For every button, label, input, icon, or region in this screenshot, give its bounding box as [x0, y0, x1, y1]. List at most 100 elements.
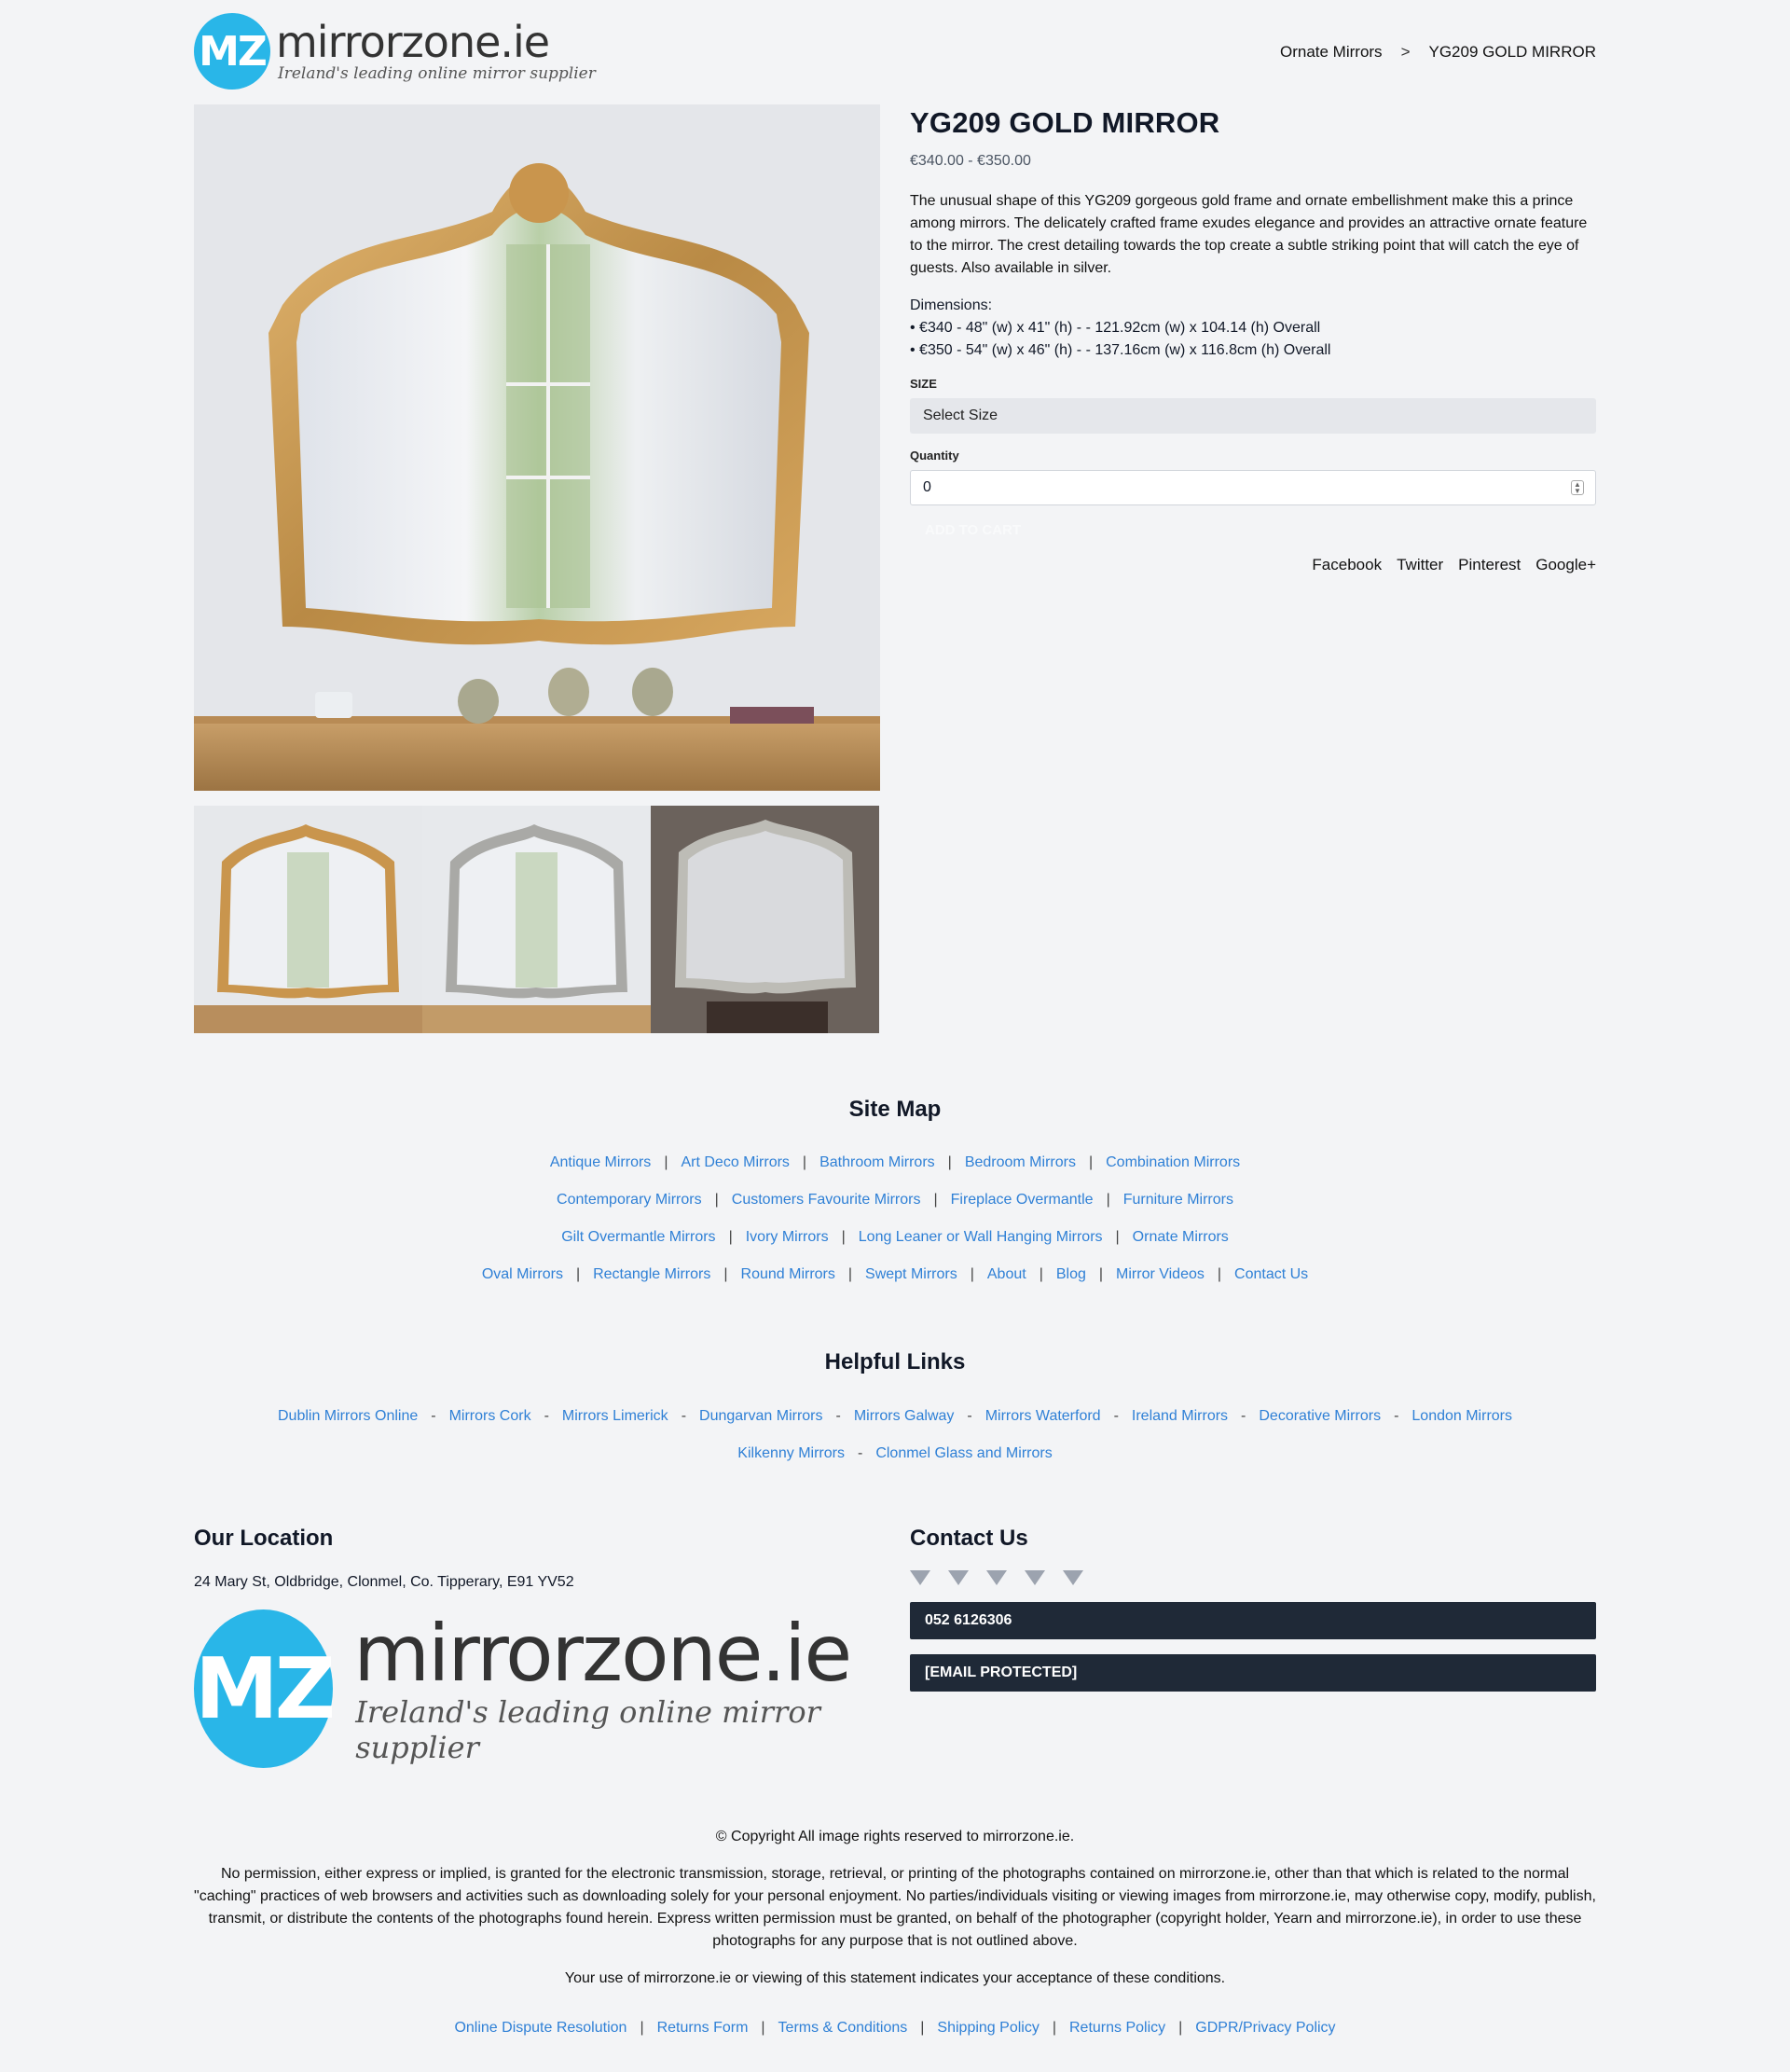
location-logo: MZ mirrorzone.ie Ireland's leading onlin… — [194, 1609, 880, 1768]
footer-link[interactable]: Online Dispute Resolution — [454, 2020, 626, 2036]
sitemap-row: Antique Mirrors | Art Deco Mirrors | Bathroo… — [0, 1154, 1790, 1171]
link-separator: | — [802, 1154, 807, 1170]
link-separator: | — [847, 1266, 853, 1282]
sitemap-link[interactable]: Antique Mirrors — [550, 1154, 651, 1170]
thumbnail-silver-room[interactable] — [651, 806, 879, 1033]
sitemap-link[interactable]: Round Mirrors — [741, 1266, 835, 1282]
sitemap-link[interactable]: About — [987, 1266, 1026, 1282]
footer-links: Online Dispute Resolution | Returns Form | T… — [0, 2020, 1790, 2037]
stepper-arrows-icon[interactable]: ▲ ▼ — [1571, 480, 1584, 495]
site-logo[interactable]: MZ mirrorzone.ie Ireland's leading onlin… — [194, 13, 596, 90]
helpful-link[interactable]: Mirrors Waterford — [985, 1408, 1101, 1424]
sitemap-row: Contemporary Mirrors | Customers Favourite… — [0, 1192, 1790, 1209]
product-price: €340.00 - €350.00 — [910, 153, 1031, 169]
sitemap-row: Gilt Overmantle Mirrors | Ivory Mirrors | Lo… — [0, 1229, 1790, 1246]
dimensions-label: Dimensions: — [910, 297, 993, 313]
link-separator: - — [835, 1408, 841, 1424]
sitemap-link[interactable]: Fireplace Overmantle — [951, 1192, 1094, 1208]
quantity-label: Quantity — [910, 449, 959, 463]
helpful-link[interactable]: Ireland Mirrors — [1132, 1408, 1228, 1424]
sitemap-link[interactable]: Blog — [1056, 1266, 1086, 1282]
footer-link[interactable]: Returns Policy — [1069, 2020, 1165, 2036]
link-separator: | — [947, 1154, 952, 1170]
share-links: Facebook Twitter Pinterest Google+ — [910, 556, 1596, 574]
sitemap-link[interactable]: Contemporary Mirrors — [557, 1192, 702, 1208]
sitemap-link[interactable]: Bathroom Mirrors — [819, 1154, 935, 1170]
link-separator: | — [575, 1266, 581, 1282]
thumbnail-silver[interactable] — [422, 806, 651, 1033]
helpful-link[interactable]: Mirrors Cork — [449, 1408, 531, 1424]
helpful-link[interactable]: Clonmel Glass and Mirrors — [875, 1445, 1052, 1461]
helpful-link[interactable]: Mirrors Limerick — [562, 1408, 668, 1424]
footer-link[interactable]: Returns Form — [657, 2020, 749, 2036]
thumbnail-gold[interactable] — [194, 806, 422, 1033]
helpful-link[interactable]: Mirrors Galway — [854, 1408, 955, 1424]
footer-acceptance: Your use of mirrorzone.ie or viewing of … — [564, 1970, 1226, 1986]
share-pinterest-link[interactable]: Pinterest — [1458, 556, 1521, 574]
sitemap-link[interactable]: Rectangle Mirrors — [593, 1266, 710, 1282]
link-separator: - — [857, 1445, 863, 1461]
sitemap-link[interactable]: Long Leaner or Wall Hanging Mirrors — [859, 1229, 1103, 1245]
social-icon[interactable] — [948, 1570, 969, 1585]
share-googleplus-link[interactable]: Google+ — [1535, 556, 1596, 574]
helpful-link[interactable]: Decorative Mirrors — [1259, 1408, 1381, 1424]
helpful-links-title: Helpful Links — [824, 1349, 966, 1374]
social-icon[interactable] — [986, 1570, 1007, 1585]
add-to-cart-button[interactable]: ADD TO CART — [910, 522, 1596, 543]
sitemap-link[interactable]: Gilt Overmantle Mirrors — [561, 1229, 715, 1245]
sitemap-link[interactable]: Ornate Mirrors — [1133, 1229, 1229, 1245]
breadcrumb-separator: > — [1400, 43, 1411, 61]
product-dimensions: Dimensions: €340 - 48" (w) x 41" (h) - -… — [910, 295, 1596, 362]
logo-mark: MZ — [194, 13, 270, 90]
breadcrumb-item-category[interactable]: Ornate Mirrors — [1280, 43, 1383, 62]
phone-button[interactable]: 052 6126306 — [910, 1602, 1596, 1639]
breadcrumb-item-current: YG209 GOLD MIRROR — [1428, 43, 1597, 61]
sitemap-link[interactable]: Oval Mirrors — [482, 1266, 563, 1282]
helpful-link[interactable]: Dungarvan Mirrors — [699, 1408, 822, 1424]
footer-link[interactable]: Shipping Policy — [937, 2020, 1039, 2036]
sitemap-link[interactable]: Bedroom Mirrors — [965, 1154, 1076, 1170]
helpful-link[interactable]: Kilkenny Mirrors — [737, 1445, 845, 1461]
product-description: The unusual shape of this YG209 gorgeous… — [910, 193, 1588, 276]
link-separator: | — [933, 1192, 938, 1208]
share-facebook-link[interactable]: Facebook — [1312, 556, 1382, 574]
sitemap-link[interactable]: Mirror Videos — [1116, 1266, 1205, 1282]
location-address: 24 Mary St, Oldbridge, Clonmel, Co. Tipp… — [194, 1574, 574, 1590]
size-select[interactable]: Select Size — [910, 398, 1596, 434]
link-separator: | — [640, 2020, 644, 2036]
helpful-link[interactable]: London Mirrors — [1411, 1408, 1512, 1424]
email-button[interactable]: [EMAIL PROTECTED] — [910, 1654, 1596, 1692]
link-separator: | — [723, 1266, 728, 1282]
quantity-stepper[interactable]: 0 ▲ ▼ — [910, 470, 1596, 505]
sitemap-link[interactable]: Contact Us — [1234, 1266, 1308, 1282]
link-separator: | — [1098, 1266, 1104, 1282]
link-separator: | — [841, 1229, 846, 1245]
footer-link[interactable]: GDPR/Privacy Policy — [1195, 2020, 1335, 2036]
sitemap-link[interactable]: Customers Favourite Mirrors — [732, 1192, 921, 1208]
link-separator: | — [1178, 2020, 1183, 2036]
site-header: MZ mirrorzone.ie Ireland's leading onlin… — [194, 0, 1596, 103]
social-icon[interactable] — [910, 1570, 930, 1585]
link-separator: | — [1106, 1192, 1110, 1208]
dimension-item: €350 - 54" (w) x 46" (h) - - 137.16cm (w… — [910, 339, 1596, 362]
social-icons — [910, 1570, 1596, 1587]
sitemap-link[interactable]: Furniture Mirrors — [1123, 1192, 1233, 1208]
sitemap-link[interactable]: Swept Mirrors — [865, 1266, 957, 1282]
footer-copyright: © Copyright All image rights reserved to… — [715, 1829, 1075, 1844]
contact-section: Contact Us 052 6126306 [EMAIL PROTECTED] — [910, 1526, 1596, 1692]
sitemap-link[interactable]: Art Deco Mirrors — [681, 1154, 789, 1170]
social-icon[interactable] — [1025, 1570, 1045, 1585]
sitemap-link[interactable]: Ivory Mirrors — [746, 1229, 829, 1245]
helpful-link[interactable]: Dublin Mirrors Online — [278, 1408, 418, 1424]
share-twitter-link[interactable]: Twitter — [1397, 556, 1443, 574]
footer-link[interactable]: Terms & Conditions — [778, 2020, 908, 2036]
link-separator: | — [664, 1154, 668, 1170]
location-title: Our Location — [194, 1526, 334, 1551]
sitemap-link[interactable]: Combination Mirrors — [1106, 1154, 1240, 1170]
link-separator: - — [431, 1408, 436, 1424]
social-icon[interactable] — [1063, 1570, 1083, 1585]
product-main-image[interactable] — [194, 104, 880, 791]
link-separator: - — [1113, 1408, 1119, 1424]
helpful-links-row: Dublin Mirrors Online - Mirrors Cork - Mirro… — [0, 1408, 1790, 1425]
link-separator: | — [1088, 1154, 1094, 1170]
